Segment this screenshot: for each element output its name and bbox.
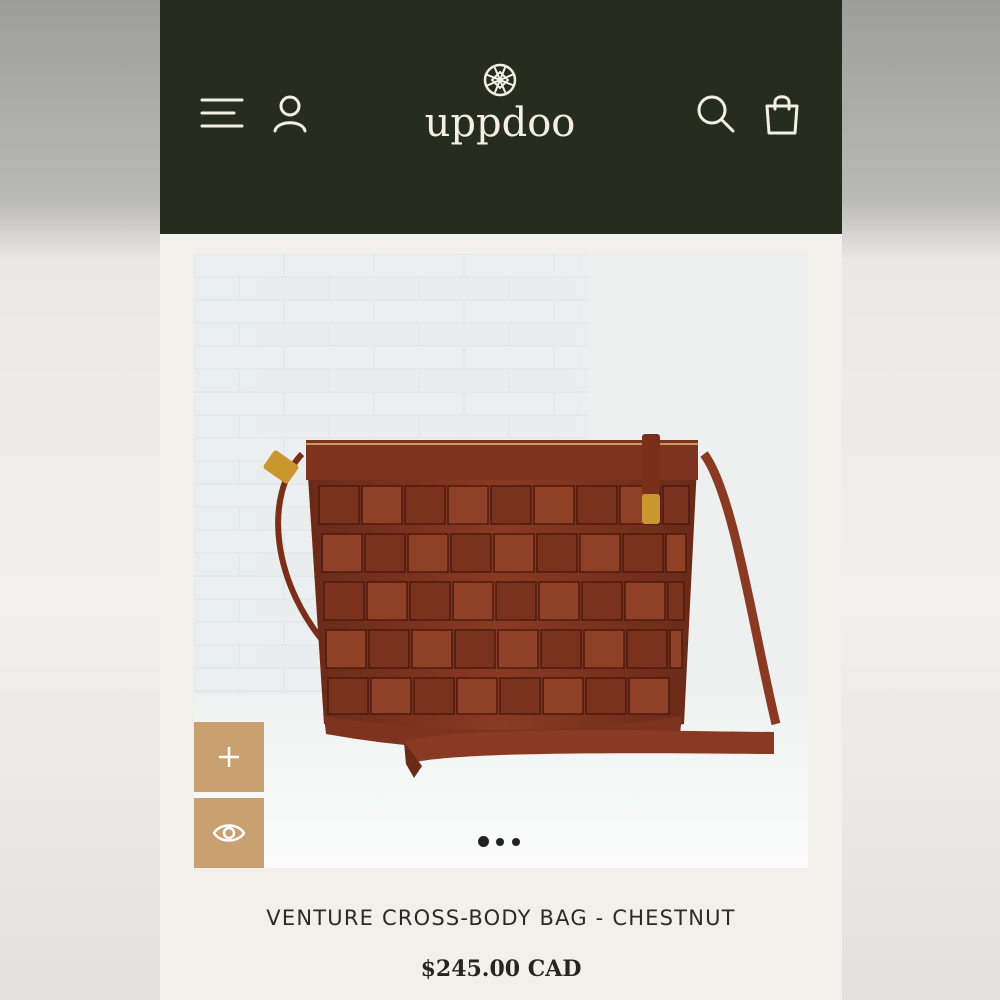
product-image[interactable] [194,254,808,868]
menu-icon[interactable] [200,96,244,132]
product-title[interactable]: VENTURE CROSS-BODY BAG - CHESTNUT [160,906,842,930]
blurred-background-right [842,0,1000,1000]
blurred-background-left [0,0,160,1000]
image-carousel-dots [478,836,528,848]
eye-icon [212,824,246,842]
carousel-dot-active[interactable] [478,836,489,847]
carousel-dot[interactable] [512,838,520,846]
brand-logo[interactable]: uppdoo [400,62,600,162]
logo-mark-icon [483,63,517,97]
cart-icon[interactable] [762,92,802,136]
site-header: uppdoo [160,0,842,234]
product-price: $245.00 CAD [420,956,582,982]
brand-name: uppdoo [424,100,576,146]
carousel-dot[interactable] [496,838,504,846]
mobile-page: uppdoo VENTURE CROSS-BODY BAG - CHESTNUT… [160,0,842,1000]
quick-view-button[interactable] [194,798,264,868]
plus-icon [219,747,239,767]
add-to-cart-button[interactable] [194,722,264,792]
search-icon[interactable] [696,94,736,134]
account-icon[interactable] [272,94,308,134]
